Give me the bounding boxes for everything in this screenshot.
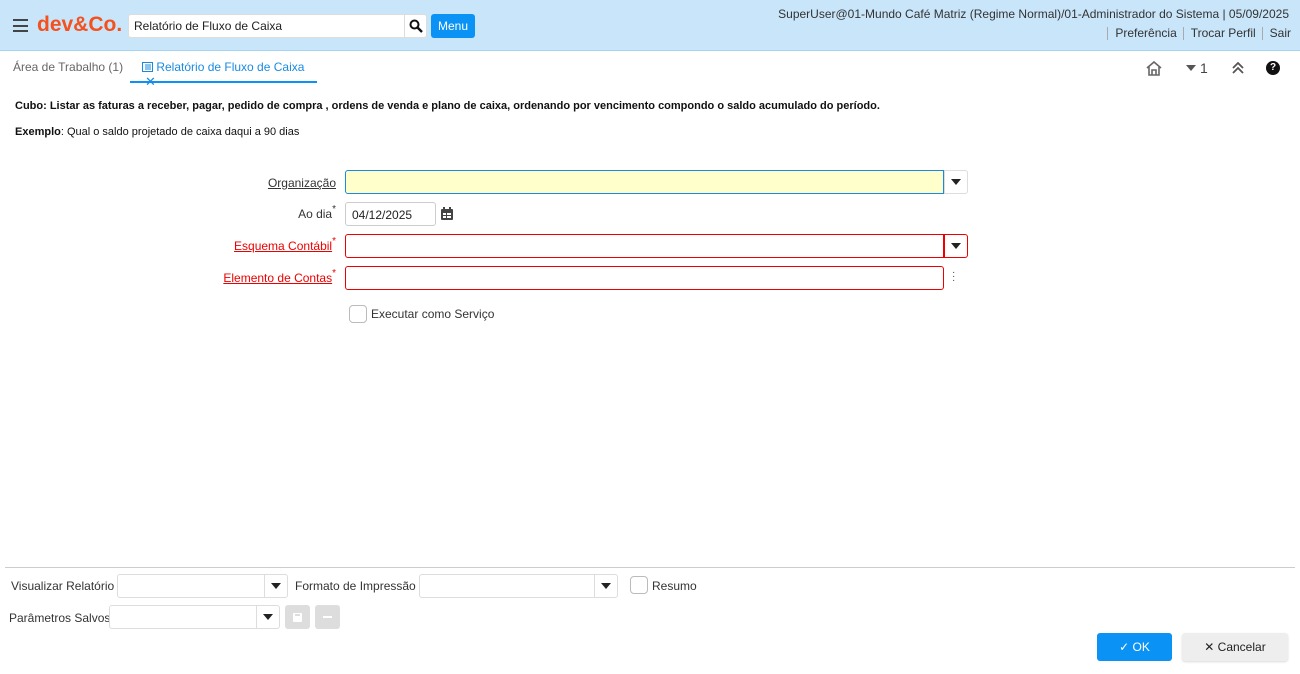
cube-description: Cubo: Listar as faturas a receber, pagar… xyxy=(15,100,880,112)
formato-select[interactable] xyxy=(419,574,618,598)
ao-dia-label: Ao dia* xyxy=(298,204,336,221)
executar-servico-checkbox[interactable] xyxy=(349,305,367,323)
logo: dev&Co. xyxy=(37,13,123,36)
caret-down-icon xyxy=(263,614,273,620)
search-box xyxy=(128,14,427,38)
close-icon: ✕ xyxy=(1204,640,1218,654)
esquema-dropdown-button[interactable] xyxy=(944,234,968,258)
help-icon[interactable]: ? xyxy=(1266,61,1280,75)
caret-down-icon xyxy=(601,583,611,589)
user-info: SuperUser@01-Mundo Café Matriz (Regime N… xyxy=(778,7,1289,21)
change-profile-link[interactable]: Trocar Perfil xyxy=(1182,27,1256,40)
elemento-label[interactable]: Elemento de Contas* xyxy=(223,268,336,285)
tab-report[interactable]: Relatório de Fluxo de Caixa ✕ xyxy=(130,52,317,89)
parametros-label: Parâmetros Salvos xyxy=(9,611,111,625)
organizacao-input[interactable] xyxy=(345,170,944,194)
save-icon xyxy=(293,612,302,622)
divider xyxy=(5,567,1295,568)
executar-servico-label: Executar como Serviço xyxy=(371,307,495,321)
visualizar-label: Visualizar Relatório xyxy=(11,579,115,593)
menu-button[interactable]: Menu xyxy=(431,14,475,38)
preferences-link[interactable]: Preferência xyxy=(1107,27,1177,40)
resumo-label: Resumo xyxy=(652,579,697,593)
minus-icon xyxy=(323,616,332,618)
home-icon[interactable] xyxy=(1146,61,1162,76)
tab-bar: Área de Trabalho (1) Relatório de Fluxo … xyxy=(0,52,1300,89)
header-bar: dev&Co. Menu SuperUser@01-Mundo Café Mat… xyxy=(0,0,1300,51)
logout-link[interactable]: Sair xyxy=(1261,27,1291,40)
formato-label: Formato de Impressão xyxy=(295,579,416,593)
tab-report-label: Relatório de Fluxo de Caixa xyxy=(156,60,305,74)
tab-workspace[interactable]: Área de Trabalho (1) xyxy=(13,60,123,74)
caret-down-icon xyxy=(951,243,961,249)
search-input[interactable] xyxy=(129,15,399,37)
hamburger-menu-icon[interactable] xyxy=(13,19,28,32)
parametros-select[interactable] xyxy=(109,605,280,629)
close-tab-icon[interactable]: ✕ xyxy=(145,74,156,89)
resumo-checkbox[interactable] xyxy=(630,576,648,594)
esquema-input[interactable] xyxy=(345,234,944,258)
report-icon xyxy=(142,62,153,72)
search-icon xyxy=(409,19,423,33)
caret-down-icon xyxy=(951,179,961,185)
collapse-up-icon[interactable] xyxy=(1232,62,1244,74)
cancel-button[interactable]: ✕ Cancelar xyxy=(1182,633,1288,661)
calendar-icon[interactable] xyxy=(441,207,453,220)
elemento-input[interactable] xyxy=(345,266,944,290)
example-description: Exemplo: Qual o saldo projetado de caixa… xyxy=(15,126,300,138)
esquema-label[interactable]: Esquema Contábil* xyxy=(234,236,336,253)
ao-dia-input[interactable]: 04/12/2025 xyxy=(345,202,436,226)
ok-button[interactable]: ✓ OK xyxy=(1097,633,1172,661)
save-params-button[interactable] xyxy=(285,605,310,629)
check-icon: ✓ xyxy=(1119,640,1133,654)
search-button[interactable] xyxy=(404,15,426,37)
organizacao-label[interactable]: Organização xyxy=(268,176,336,190)
visualizar-select[interactable] xyxy=(117,574,288,598)
caret-down-icon xyxy=(271,583,281,589)
organizacao-dropdown-button[interactable] xyxy=(944,170,968,194)
delete-params-button[interactable] xyxy=(315,605,340,629)
window-count-dropdown[interactable]: 1 xyxy=(1186,60,1216,76)
caret-down-icon xyxy=(1186,65,1196,71)
more-options-icon[interactable]: · · · xyxy=(952,268,956,286)
